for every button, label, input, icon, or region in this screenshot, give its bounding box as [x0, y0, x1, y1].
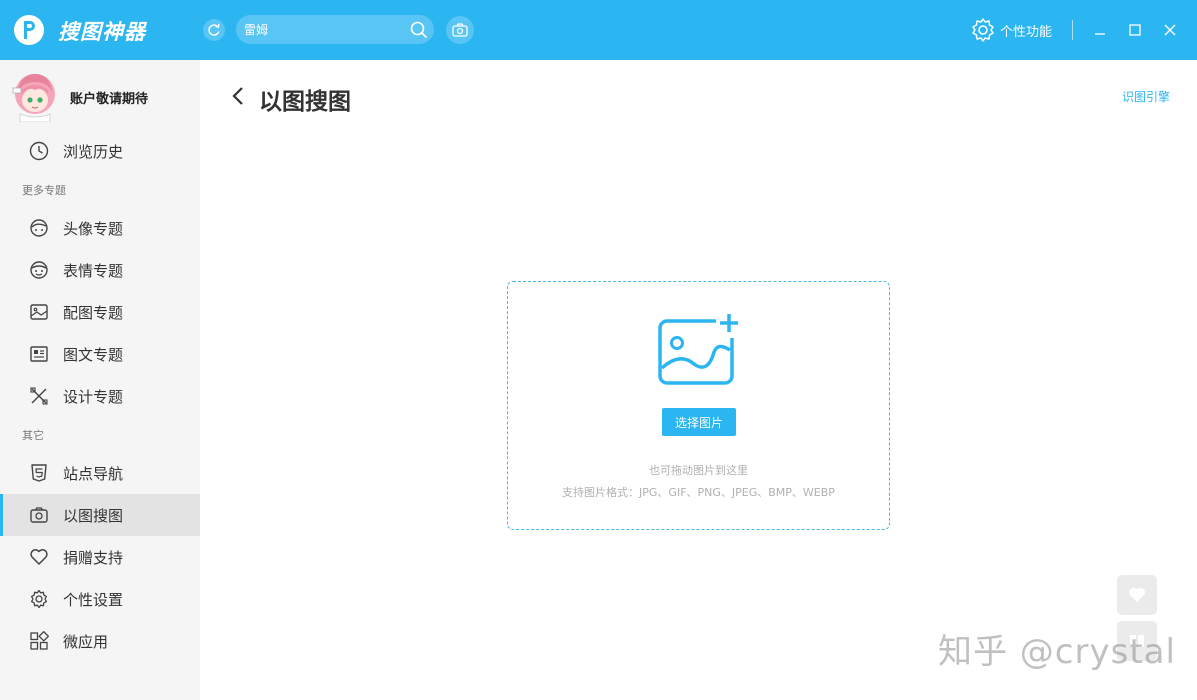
gear-icon	[972, 18, 994, 42]
add-image-icon	[658, 312, 742, 385]
sidebar-item-illustration-topic[interactable]: 配图专题	[0, 291, 200, 333]
user-profile[interactable]: 账户敬请期待	[10, 70, 200, 122]
image-drop-zone[interactable]: 选择图片 也可拖动图片到这里 支持图片格式：JPG、GIF、PNG、JPEG、B…	[507, 281, 890, 530]
titlebar-divider	[1072, 20, 1073, 40]
favorite-button[interactable]	[1117, 575, 1157, 615]
maximize-button[interactable]	[1125, 20, 1145, 40]
sidebar-item-label: 微应用	[63, 633, 109, 651]
sidebar-item-site-nav[interactable]: 站点导航	[0, 452, 200, 494]
recognition-engine-link[interactable]: 识图引擎	[1122, 88, 1170, 105]
sidebar: 账户敬请期待 浏览历史 更多专题 头像专题 表情专题 配图专题 图文专题 设计专…	[0, 60, 200, 700]
image-search-button[interactable]	[446, 16, 474, 44]
heart-icon	[30, 549, 48, 565]
formats-hint: 支持图片格式：JPG、GIF、PNG、JPEG、BMP、WEBP	[562, 486, 835, 499]
drag-hint: 也可拖动图片到这里	[649, 464, 748, 477]
sidebar-item-article-topic[interactable]: 图文专题	[0, 333, 200, 375]
app-name: 搜图神器	[58, 20, 146, 44]
gear-icon	[30, 589, 48, 609]
camera-icon	[30, 507, 48, 523]
user-name: 账户敬请期待	[70, 92, 149, 107]
refresh-icon	[208, 23, 220, 36]
sidebar-item-label: 以图搜图	[63, 507, 124, 525]
maximize-icon	[1129, 24, 1141, 36]
select-image-button[interactable]: 选择图片	[662, 408, 736, 436]
section-title-topics: 更多专题	[22, 184, 66, 197]
article-icon	[30, 346, 48, 362]
sidebar-item-label: 配图专题	[63, 304, 124, 322]
section-title-other: 其它	[22, 429, 44, 442]
minimize-icon	[1095, 33, 1105, 35]
title-bar: 搜图神器 个性功能	[0, 0, 1197, 60]
search-input[interactable]	[244, 20, 404, 39]
sidebar-item-image-search[interactable]: 以图搜图	[0, 494, 200, 536]
sidebar-item-donate[interactable]: 捐赠支持	[0, 536, 200, 578]
page-title: 以图搜图	[259, 89, 351, 115]
sidebar-item-label: 头像专题	[63, 220, 124, 238]
refresh-button[interactable]	[203, 19, 225, 41]
sidebar-item-micro-apps[interactable]: 微应用	[0, 620, 200, 662]
face-icon	[30, 219, 48, 237]
back-arrow-icon[interactable]	[230, 86, 246, 106]
sidebar-item-avatar-topic[interactable]: 头像专题	[0, 207, 200, 249]
clock-icon	[29, 141, 49, 161]
sidebar-item-label: 站点导航	[63, 465, 124, 483]
minimize-button[interactable]	[1090, 20, 1110, 40]
avatar	[12, 74, 55, 122]
image-icon	[30, 304, 48, 320]
camera-icon	[452, 23, 468, 37]
html5-icon	[31, 464, 47, 482]
sidebar-item-label: 表情专题	[63, 262, 124, 280]
sidebar-item-history[interactable]: 浏览历史	[0, 130, 200, 172]
apps-grid-icon	[30, 631, 49, 650]
search-icon[interactable]	[410, 21, 428, 39]
sidebar-item-emoji-topic[interactable]: 表情专题	[0, 249, 200, 291]
watermark: 知乎 @crystal	[938, 632, 1176, 672]
close-icon	[1164, 24, 1176, 36]
emoji-icon	[30, 261, 48, 279]
sidebar-item-label: 浏览历史	[63, 143, 124, 161]
close-button[interactable]	[1160, 20, 1180, 40]
personal-features-label: 个性功能	[1000, 24, 1053, 40]
design-tools-icon	[30, 387, 48, 405]
logo-p-icon	[24, 21, 35, 39]
sidebar-item-settings[interactable]: 个性设置	[0, 578, 200, 620]
personal-features-button[interactable]: 个性功能	[970, 17, 1052, 43]
search-box	[236, 15, 434, 44]
app-logo	[14, 15, 44, 45]
sidebar-item-label: 个性设置	[63, 591, 124, 609]
sidebar-item-label: 图文专题	[63, 346, 124, 364]
sidebar-item-label: 捐赠支持	[63, 549, 124, 567]
sidebar-item-design-topic[interactable]: 设计专题	[0, 375, 200, 417]
heart-icon	[1129, 587, 1145, 602]
sidebar-item-label: 设计专题	[63, 388, 124, 406]
